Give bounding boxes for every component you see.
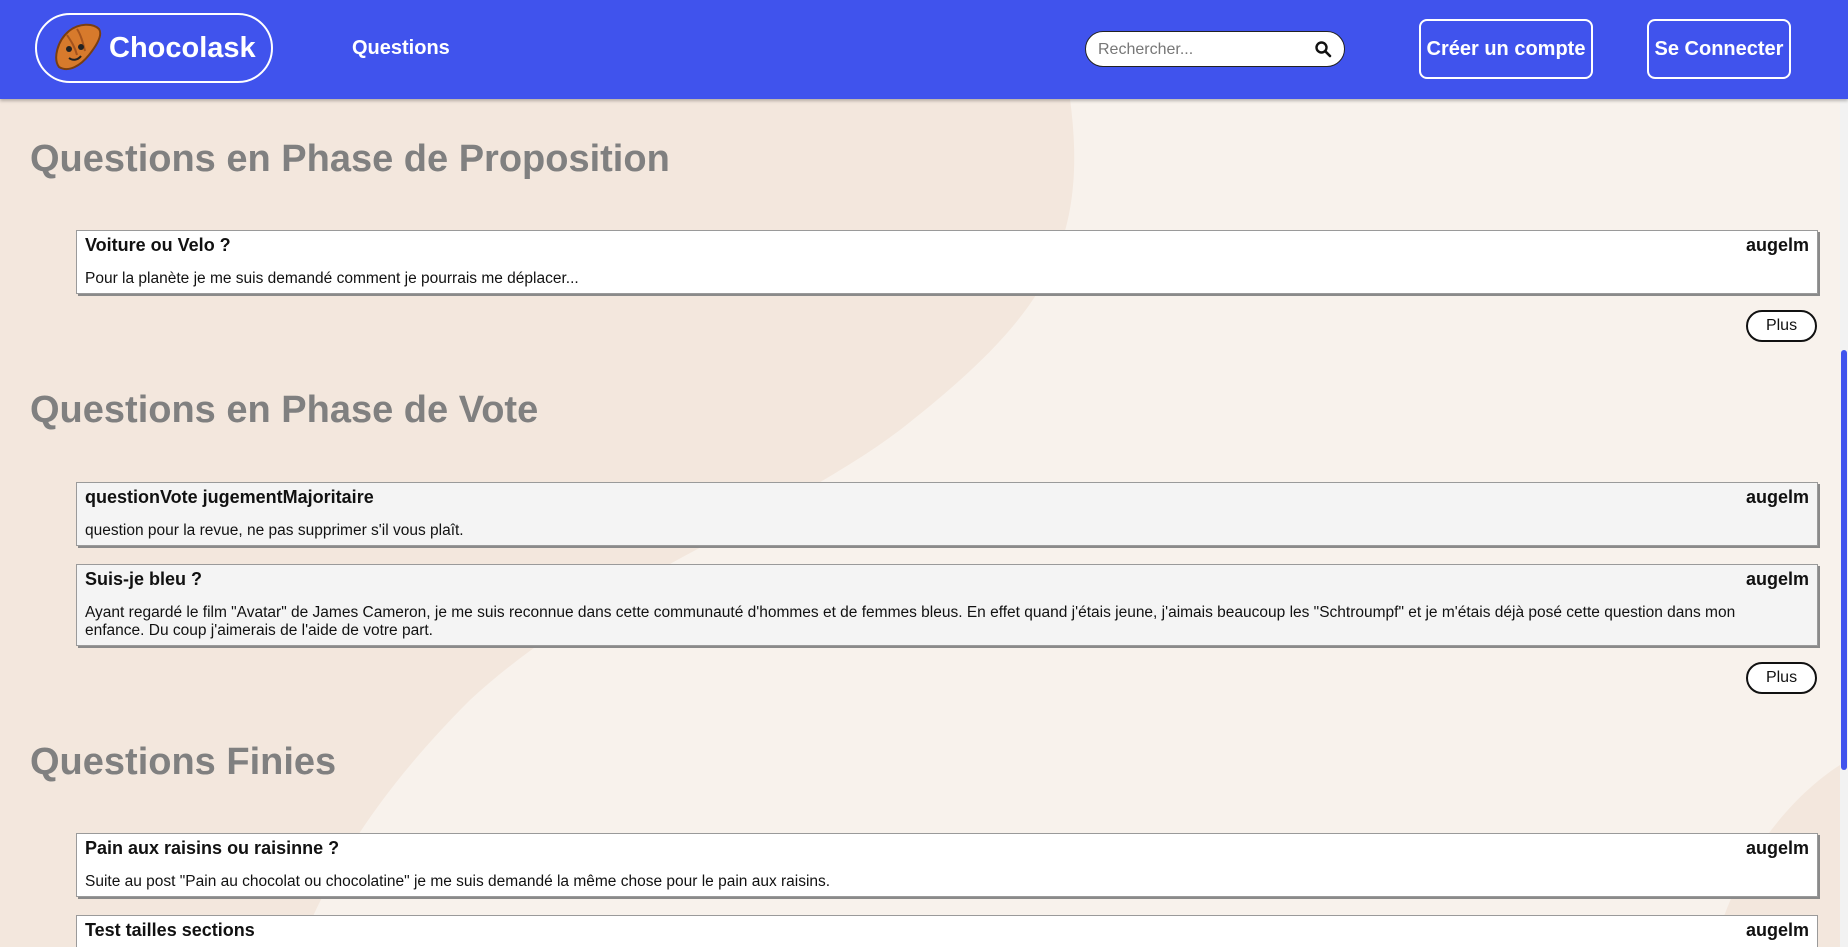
question-title: Suis-je bleu ?	[85, 569, 203, 589]
question-description: Pour la planète je me suis demandé comme…	[85, 270, 579, 287]
scrollbar-thumb[interactable]	[1841, 350, 1847, 770]
question-author: augelm	[1745, 920, 1809, 940]
question-description: question pour la revue, ne pas supprimer…	[85, 522, 464, 539]
logo-text: Chocolask	[109, 32, 256, 64]
question-author: augelm	[1745, 838, 1809, 858]
navbar: Chocolask Questions Créer un compte Se C…	[0, 0, 1848, 99]
section-title-proposition: Questions en Phase de Proposition	[30, 138, 670, 180]
search-input[interactable]	[1096, 38, 1310, 62]
question-card[interactable]: Suis-je bleu ? augelm Ayant regardé le f…	[76, 564, 1818, 646]
question-author: augelm	[1745, 569, 1809, 589]
search-icon[interactable]	[1314, 40, 1332, 58]
more-vote-button[interactable]: Plus	[1746, 662, 1817, 694]
logo-home-link[interactable]: Chocolask	[35, 13, 273, 83]
section-title-vote: Questions en Phase de Vote	[30, 389, 539, 431]
croissant-mascot-icon	[55, 23, 102, 71]
more-proposition-button[interactable]: Plus	[1746, 310, 1817, 342]
question-description: Ayant regardé le film "Avatar" de James …	[85, 604, 1736, 639]
search-bar	[1085, 31, 1345, 67]
scrollbar[interactable]	[1840, 99, 1848, 947]
section-title-finished: Questions Finies	[30, 741, 337, 783]
question-card[interactable]: Pain aux raisins ou raisinne ? augelm Su…	[76, 833, 1818, 897]
question-title: Pain aux raisins ou raisinne ?	[85, 838, 340, 858]
question-description: Suite au post "Pain au chocolat ou choco…	[85, 873, 831, 890]
create-account-button[interactable]: Créer un compte	[1419, 19, 1593, 79]
question-author: augelm	[1745, 487, 1809, 507]
question-author: augelm	[1745, 235, 1809, 255]
nav-link-questions[interactable]: Questions	[352, 37, 450, 60]
question-title: questionVote jugementMajoritaire	[85, 487, 374, 507]
question-title: Voiture ou Velo ?	[85, 235, 231, 255]
login-button[interactable]: Se Connecter	[1647, 19, 1791, 79]
question-title: Test tailles sections	[85, 920, 255, 940]
question-card[interactable]: questionVote jugementMajoritaire augelm …	[76, 482, 1818, 546]
question-card[interactable]: Voiture ou Velo ? augelm Pour la planète…	[76, 230, 1818, 294]
question-card[interactable]: Test tailles sections augelm	[76, 915, 1818, 947]
